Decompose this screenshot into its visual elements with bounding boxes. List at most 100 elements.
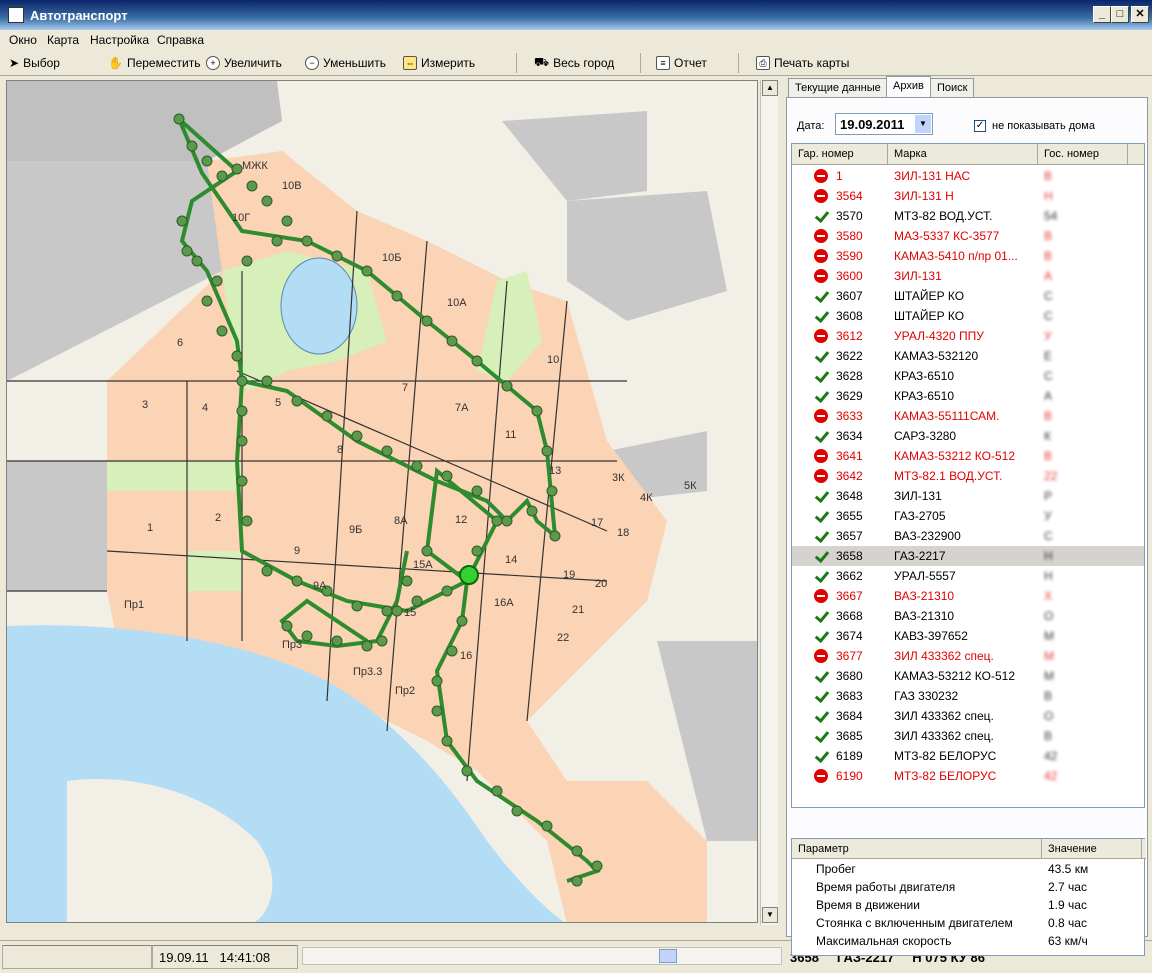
vehicle-row[interactable]: 3642 МТЗ-82.1 ВОД.УСТ. 22 xyxy=(792,466,1144,486)
svg-text:Пр1: Пр1 xyxy=(124,599,144,611)
parameter-value: 1.9 час xyxy=(1048,898,1087,912)
map-view[interactable]: МЖК 10В 10Г 10Б 10А 10 6 7 7А 3 4 5 8 11 13 3К 4К 5К 2 9… xyxy=(6,80,758,923)
vehicle-row[interactable]: 3677 ЗИЛ 433362 спец. М xyxy=(792,646,1144,666)
parameter-name: Максимальная скорость xyxy=(816,934,952,948)
garage-number: 3680 xyxy=(836,669,863,683)
dropdown-arrow-icon[interactable]: ▼ xyxy=(915,115,931,133)
vehicle-row[interactable]: 3662 УРАЛ-5557 Н xyxy=(792,566,1144,586)
tab-current-data[interactable]: Текущие данные xyxy=(788,78,888,98)
vehicle-list[interactable]: Гар. номер Марка Гос. номер 1 ЗИЛ-131 НАС… xyxy=(791,143,1145,808)
maximize-button[interactable]: □ xyxy=(1111,6,1129,23)
time-slider[interactable] xyxy=(302,947,782,965)
svg-text:16А: 16А xyxy=(494,597,514,609)
vehicle-row[interactable]: 3612 УРАЛ-4320 ППУ У xyxy=(792,326,1144,346)
vehicle-row[interactable]: 3608 ШТАЙЕР КО С xyxy=(792,306,1144,326)
scroll-up-icon[interactable]: ▲ xyxy=(762,80,778,96)
arrow-cursor-icon: ➤ xyxy=(9,56,20,70)
toolbar-separator xyxy=(640,53,641,73)
report-icon: ≡ xyxy=(656,56,670,70)
vehicle-row[interactable]: 3684 ЗИЛ 433362 спец. О xyxy=(792,706,1144,726)
vehicle-row[interactable]: 3668 ВАЗ-21310 О xyxy=(792,606,1144,626)
vehicle-row[interactable]: 3685 ЗИЛ 433362 спец. В xyxy=(792,726,1144,746)
print-map-button[interactable]: ⎙ Печать карты xyxy=(756,55,849,71)
vehicle-row[interactable]: 3683 ГАЗ 330232 В xyxy=(792,686,1144,706)
scroll-down-icon[interactable]: ▼ xyxy=(762,907,778,923)
vehicle-row[interactable]: 3680 КАМАЗ-53212 КО-512 М xyxy=(792,666,1144,686)
plate-number: М xyxy=(1044,669,1054,683)
col-model[interactable]: Марка xyxy=(888,144,1038,165)
menu-help[interactable]: Справка xyxy=(157,33,204,47)
map-canvas[interactable]: МЖК 10В 10Г 10Б 10А 10 6 7 7А 3 4 5 8 11 13 3К 4К 5К 2 9… xyxy=(7,81,758,923)
zoom-in-button[interactable]: + Увеличить xyxy=(206,55,282,71)
col-plate[interactable]: Гос. номер xyxy=(1038,144,1128,165)
col-garage[interactable]: Гар. номер xyxy=(792,144,888,165)
vehicle-row[interactable]: 3633 КАМАЗ-55111САМ. В xyxy=(792,406,1144,426)
svg-text:15А: 15А xyxy=(413,559,433,571)
vehicle-model: МТЗ-82 БЕЛОРУС xyxy=(894,749,997,763)
map-vertical-scrollbar[interactable]: ▲ ▼ xyxy=(760,80,778,925)
garage-number: 3634 xyxy=(836,429,863,443)
plate-number: А xyxy=(1044,269,1053,283)
zoom-out-button[interactable]: − Уменьшить xyxy=(305,55,386,71)
parameter-row: Стоянка с включенным двигателем 0.8 час xyxy=(792,914,1146,932)
vehicle-row[interactable]: 3667 ВАЗ-21310 Х xyxy=(792,586,1144,606)
garage-number: 3677 xyxy=(836,649,863,663)
current-vehicle-marker[interactable] xyxy=(459,565,479,585)
vehicle-row[interactable]: 3629 КРАЗ-6510 А xyxy=(792,386,1144,406)
close-button[interactable]: ✕ xyxy=(1131,6,1149,23)
vehicle-row[interactable]: 3657 ВАЗ-232900 С xyxy=(792,526,1144,546)
plate-number: Н xyxy=(1044,189,1053,203)
parameter-row: Максимальная скорость 63 км/ч xyxy=(792,932,1146,950)
svg-text:10Б: 10Б xyxy=(382,252,401,264)
pan-tool-button[interactable]: ✋ Переместить xyxy=(108,55,200,71)
svg-text:10В: 10В xyxy=(282,180,302,192)
vehicle-row[interactable]: 3570 МТЗ-82 ВОД.УСТ. 54 xyxy=(792,206,1144,226)
col-value: Значение xyxy=(1042,839,1142,859)
select-tool-button[interactable]: ➤ Выбор xyxy=(9,55,60,71)
vehicle-row[interactable]: 6190 МТЗ-82 БЕЛОРУС 42 xyxy=(792,766,1144,786)
vehicle-row[interactable]: 3655 ГАЗ-2705 У xyxy=(792,506,1144,526)
vehicle-row[interactable]: 6189 МТЗ-82 БЕЛОРУС 42 xyxy=(792,746,1144,766)
industrial-zone xyxy=(567,191,727,321)
report-button[interactable]: ≡ Отчет xyxy=(656,55,707,71)
tab-archive[interactable]: Архив xyxy=(886,76,931,98)
parameter-name: Пробег xyxy=(816,862,856,876)
vehicle-row[interactable]: 3580 МАЗ-5337 КС-3577 В xyxy=(792,226,1144,246)
minimize-button[interactable]: _ xyxy=(1093,6,1111,23)
menu-map[interactable]: Карта xyxy=(47,33,79,47)
garage-number: 6189 xyxy=(836,749,863,763)
tab-search[interactable]: Поиск xyxy=(930,78,975,98)
vehicle-model: ЗИЛ-131 xyxy=(894,489,942,503)
measure-button[interactable]: ⇔ Измерить xyxy=(403,55,475,71)
vehicle-row[interactable]: 3600 ЗИЛ-131 А xyxy=(792,266,1144,286)
vehicle-row[interactable]: 3564 ЗИЛ-131 Н Н xyxy=(792,186,1144,206)
svg-text:7: 7 xyxy=(402,382,408,394)
hide-houses-checkbox[interactable]: ✓ xyxy=(974,120,986,132)
date-picker[interactable]: 19.09.2011 ▼ xyxy=(835,113,933,135)
plate-number: В xyxy=(1044,169,1053,183)
vehicle-row[interactable]: 1 ЗИЛ-131 НАС В xyxy=(792,166,1144,186)
plate-number: У xyxy=(1044,329,1052,343)
time-slider-thumb[interactable] xyxy=(659,949,677,963)
whole-city-button[interactable]: ⛟ Весь город xyxy=(534,55,614,71)
vehicle-row[interactable]: 3674 КАВЗ-397652 М xyxy=(792,626,1144,646)
industrial-zone xyxy=(7,81,282,161)
vehicle-row[interactable]: 3658 ГАЗ-2217 Н xyxy=(792,546,1144,566)
vehicle-model: ШТАЙЕР КО xyxy=(894,309,965,323)
lake xyxy=(280,257,358,355)
vehicle-row[interactable]: 3641 КАМАЗ-53212 КО-512 В xyxy=(792,446,1144,466)
garage-number: 3612 xyxy=(836,329,863,343)
vehicle-row[interactable]: 3628 КРАЗ-6510 С xyxy=(792,366,1144,386)
ok-status-icon xyxy=(814,709,828,723)
menu-window[interactable]: Окно xyxy=(9,33,37,47)
vehicle-row[interactable]: 3622 КАМАЗ-532120 Е xyxy=(792,346,1144,366)
vehicle-row[interactable]: 3607 ШТАЙЕР КО С xyxy=(792,286,1144,306)
vehicle-row[interactable]: 3590 КАМАЗ-5410 п/пр 01... В xyxy=(792,246,1144,266)
plate-number: С xyxy=(1044,369,1053,383)
ruler-icon: ⇔ xyxy=(403,56,417,70)
vehicle-row[interactable]: 3634 САРЗ-3280 К xyxy=(792,426,1144,446)
menu-settings[interactable]: Настройка xyxy=(90,33,149,47)
garage-number: 3667 xyxy=(836,589,863,603)
vehicle-row[interactable]: 3648 ЗИЛ-131 Р xyxy=(792,486,1144,506)
status-empty xyxy=(2,945,152,969)
